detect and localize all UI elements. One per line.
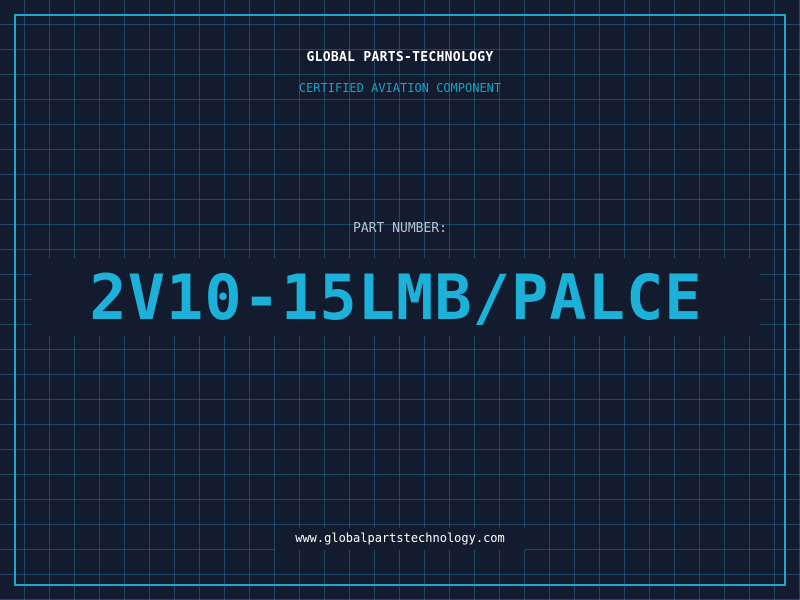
part-number-label: PART NUMBER:: [353, 221, 447, 236]
certificate-card: GLOBAL PARTS-TECHNOLOGY CERTIFIED AVIATI…: [0, 0, 800, 600]
website-text: www.globalpartstechnology.com: [295, 531, 505, 545]
company-name: GLOBAL PARTS-TECHNOLOGY: [306, 50, 494, 65]
tagline: CERTIFIED AVIATION COMPONENT: [298, 81, 502, 95]
part-number-value: 2V10-15LMB/PALCE: [89, 261, 703, 334]
